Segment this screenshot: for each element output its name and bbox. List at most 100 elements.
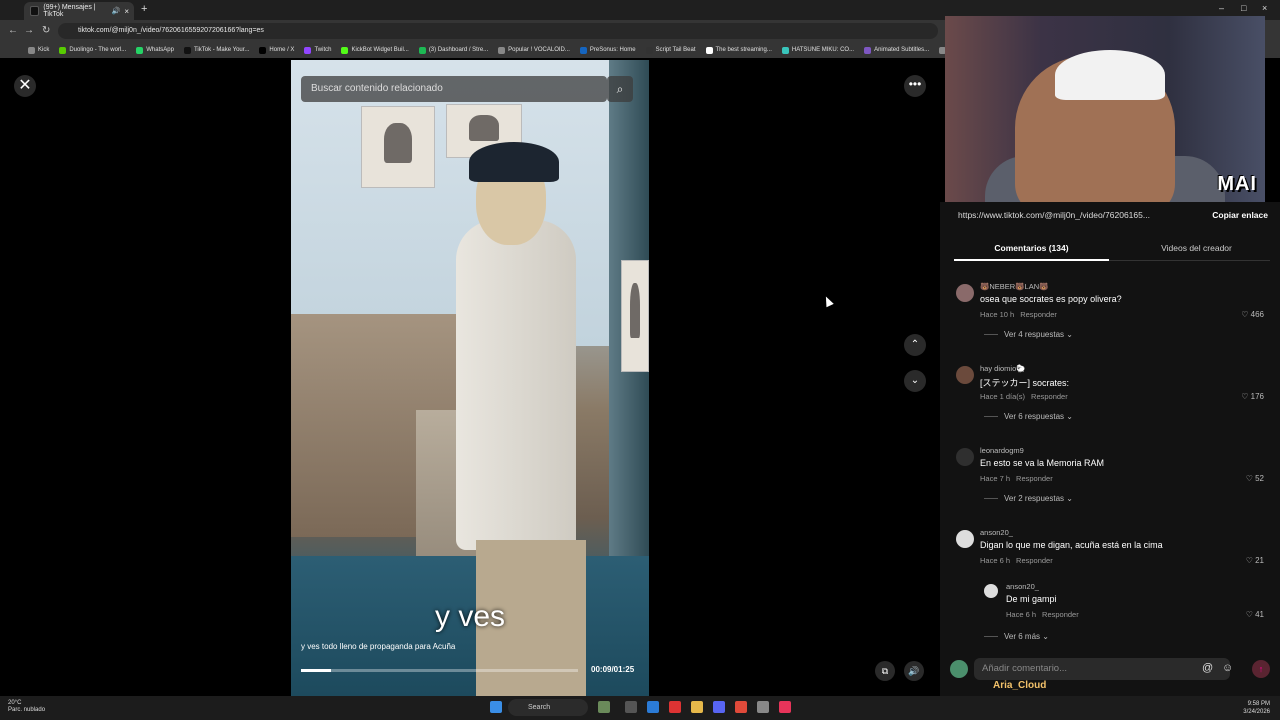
music-icon[interactable] (779, 701, 791, 713)
bookmark-item[interactable]: Twitch (304, 46, 331, 54)
panel-tabs: Comentarios (134) Videos del creador (954, 236, 1270, 261)
comment-text: Digan lo que me digan, acuña está en la … (980, 540, 1163, 550)
view-replies-button[interactable]: Ver 2 respuestas ⌄ (984, 494, 1073, 503)
comment-user[interactable]: leonardogm9 (980, 446, 1024, 455)
send-icon[interactable]: ↑ (1252, 660, 1270, 678)
bookmark-item[interactable]: TikTok - Make Your... (183, 46, 249, 54)
browser-tab[interactable]: (99+) Mensajes | TikTok 🔊 × (24, 2, 134, 20)
bookmark-item[interactable]: Duolingo - The worl... (59, 46, 126, 54)
reply-button[interactable]: Responder (1031, 392, 1068, 401)
avatar[interactable] (956, 284, 974, 302)
bookmark-item[interactable]: Home / X (259, 46, 294, 54)
watermark-logo: MAI (1217, 173, 1257, 195)
tiktok-icon (30, 6, 40, 16)
clock[interactable]: 9:58 PM 3/24/2026 (1243, 700, 1270, 716)
reply-button[interactable]: Responder (1042, 610, 1079, 619)
video-overlay-text: y ves (434, 600, 506, 633)
view-more-replies-button[interactable]: Ver 6 más ⌄ (984, 632, 1049, 641)
edge-icon[interactable] (647, 701, 659, 713)
reload-icon[interactable]: ↻ (42, 25, 50, 36)
app-icon[interactable] (669, 701, 681, 713)
bookmark-item[interactable]: PreSonus: Home (579, 46, 636, 54)
reply-button[interactable]: Responder (1020, 310, 1057, 319)
more-options-button[interactable]: ••• (904, 75, 926, 97)
avatar[interactable] (956, 366, 974, 384)
volume-icon[interactable]: 🔊 (904, 661, 924, 681)
forward-icon[interactable]: → (24, 25, 34, 36)
comment-time: Hace 1 día(s) (980, 392, 1026, 401)
comment-text: De mi gampi (1006, 594, 1057, 604)
pip-icon[interactable]: ⧉ (875, 661, 895, 681)
minimize-icon[interactable]: – (1219, 3, 1224, 13)
search-icon[interactable]: ⌕ (607, 76, 633, 102)
chrome-icon[interactable] (735, 701, 747, 713)
close-tab-icon[interactable]: × (124, 7, 129, 16)
clock-time: 9:58 PM (1247, 701, 1270, 707)
tab-comments[interactable]: Comentarios (134) (954, 243, 1109, 253)
heart-icon[interactable]: ♡ (1241, 392, 1250, 401)
overlay-username: Aria_Cloud (993, 680, 1047, 691)
avatar[interactable] (984, 584, 998, 598)
widget-icon[interactable] (598, 701, 610, 713)
windows-taskbar: 20°C Parc. nublado Search 9:58 PM 3/24/2… (0, 696, 1280, 720)
bookmark-item[interactable]: HATSUNE MIKU: CO... (781, 46, 854, 54)
bookmark-item[interactable]: Popular ! VOCALOID... (498, 46, 570, 54)
comment-user[interactable]: anson20_ (1006, 582, 1039, 591)
speaker-icon[interactable]: 🔊 (112, 7, 121, 15)
tab-title: (99+) Mensajes | TikTok (43, 4, 96, 18)
discord-icon[interactable] (713, 701, 725, 713)
settings-icon[interactable] (757, 701, 769, 713)
like-count: 52 (1255, 474, 1264, 483)
taskbar-search[interactable]: Search (508, 699, 588, 716)
progress-fill (301, 669, 332, 672)
avatar[interactable] (956, 530, 974, 548)
like-count: 21 (1255, 556, 1264, 565)
next-video-button[interactable]: ⌄ (904, 370, 926, 392)
heart-icon[interactable]: ♡ (1246, 610, 1255, 619)
heart-icon[interactable]: ♡ (1246, 556, 1255, 565)
weather-desc: Parc. nublado (8, 707, 46, 713)
reply-button[interactable]: Responder (1016, 474, 1053, 483)
close-window-icon[interactable]: × (1262, 3, 1267, 13)
view-replies-button[interactable]: Ver 4 respuestas ⌄ (984, 330, 1073, 339)
like-count: 176 (1250, 392, 1264, 401)
video-caption: y ves todo lleno de propaganda para Acuñ… (301, 642, 456, 651)
bookmark-item[interactable]: (3) Dashboard / Stre... (418, 46, 488, 54)
share-url: https://www.tiktok.com/@milj0n_/video/76… (958, 210, 1150, 220)
bookmark-item[interactable]: WhatsApp (136, 46, 174, 54)
previous-video-button[interactable]: ⌃ (904, 334, 926, 356)
reply-button[interactable]: Responder (1016, 556, 1053, 565)
new-tab-button[interactable]: + (141, 3, 147, 15)
comment-text: [ステッカー] socrates: (980, 378, 1070, 388)
bookmark-item[interactable]: The best streaming... (705, 46, 772, 54)
copy-link-button[interactable]: Copiar enlace (1212, 210, 1268, 220)
avatar[interactable] (956, 448, 974, 466)
emoji-icon[interactable]: ☺ (1222, 662, 1233, 674)
close-video-button[interactable]: ✕ (14, 75, 36, 97)
url-input[interactable]: tiktok.com/@milj0n_/video/76206165592072… (58, 23, 938, 39)
comment-user[interactable]: hay diomio🐑 (980, 364, 1026, 373)
weather-widget[interactable]: 20°C Parc. nublado (8, 700, 45, 714)
comment-user[interactable]: anson20_ (980, 528, 1013, 537)
poster-image (361, 106, 435, 188)
bookmark-item[interactable]: Kick (28, 46, 49, 54)
heart-icon[interactable]: ♡ (1241, 310, 1250, 319)
folder-icon[interactable] (691, 701, 703, 713)
comment-time: Hace 7 h (980, 474, 1011, 483)
view-replies-button[interactable]: Ver 6 respuestas ⌄ (984, 412, 1073, 421)
task-view-icon[interactable] (625, 701, 637, 713)
bookmark-item[interactable]: Animated Subtitles... (864, 46, 929, 54)
video-player[interactable]: Buscar contenido relacionado ⌕ y ves y v… (291, 60, 649, 696)
comment-user[interactable]: 🐻NEBER🐻LAN🐻 (980, 282, 1048, 291)
bookmark-item[interactable]: Script Tail Beat (645, 46, 696, 54)
bookmark-item[interactable]: KickBot Widget Buil... (341, 46, 409, 54)
windows-start-icon[interactable] (490, 701, 502, 713)
heart-icon[interactable]: ♡ (1246, 474, 1255, 483)
back-icon[interactable]: ← (8, 25, 18, 36)
related-search-input[interactable]: Buscar contenido relacionado (301, 76, 607, 102)
maximize-icon[interactable]: □ (1241, 3, 1246, 13)
mention-icon[interactable]: @ (1202, 662, 1213, 674)
tab-creator-videos[interactable]: Videos del creador (1119, 243, 1274, 253)
comment-input[interactable]: Añadir comentario... (974, 658, 1230, 680)
video-progress-bar[interactable] (301, 669, 578, 672)
